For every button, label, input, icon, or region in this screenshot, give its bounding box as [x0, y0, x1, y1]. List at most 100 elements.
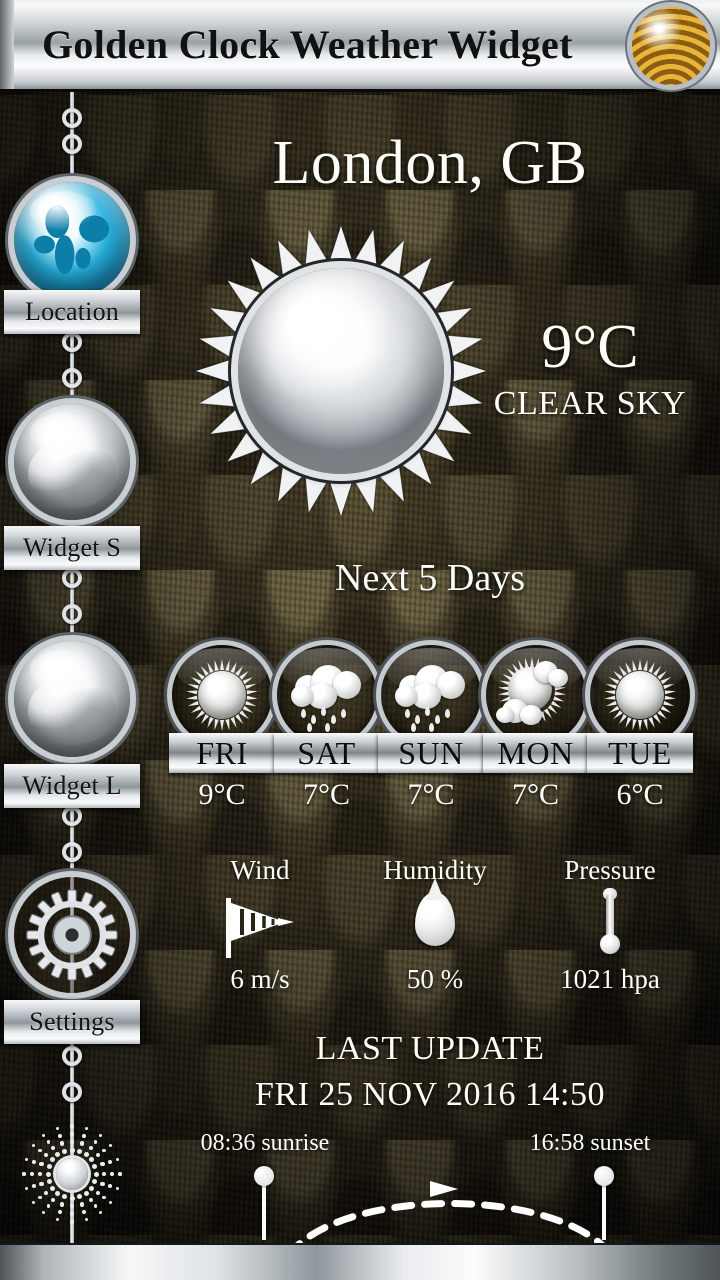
forecast-day-plate: FRI	[169, 733, 275, 773]
sun-ray	[298, 227, 328, 266]
forecast-day-temp: 6°C	[616, 778, 664, 811]
sun-ray	[354, 227, 384, 266]
chain-link	[62, 604, 82, 624]
sunburst-core	[56, 1158, 88, 1190]
sidebar-item-settings[interactable]	[14, 877, 130, 993]
sun-cloud-icon	[486, 645, 586, 745]
cloud-puff	[290, 685, 313, 707]
sidebar-label-widget-l-plate[interactable]: Widget L	[4, 764, 140, 808]
sun-ray	[354, 476, 384, 515]
rain-drop	[445, 709, 450, 718]
gear-glyph	[26, 889, 118, 981]
globe-icon	[14, 182, 130, 298]
thermometer-glyph	[597, 888, 623, 958]
forecast-day-label: FRI	[196, 734, 248, 771]
rain-drop	[429, 723, 434, 732]
app-title: Golden Clock Weather Widget	[42, 22, 573, 67]
thermometer-bulb	[600, 934, 620, 954]
sun-ray	[452, 360, 486, 382]
sun-ray	[330, 482, 352, 516]
cloud-puff	[437, 671, 465, 699]
sun-ray	[298, 476, 328, 515]
sphere-icon	[14, 641, 130, 757]
forecast-icon-ring	[172, 645, 272, 745]
globe-landmass	[25, 193, 119, 287]
chain-link	[62, 1082, 82, 1102]
cloud-puff	[395, 685, 417, 707]
sun-disc	[238, 268, 444, 474]
sidebar-item-widget-l[interactable]	[14, 641, 130, 757]
rain-drop	[306, 723, 312, 732]
current-weather-icon	[196, 226, 486, 516]
sun-ray	[197, 328, 236, 358]
forecast-day-column: FRI 9°C	[169, 645, 275, 820]
sun-ray	[446, 328, 485, 358]
forecast-day-temp: 9°C	[198, 778, 246, 811]
chain-link	[62, 806, 82, 826]
weather-widget-app: Golden Clock Weather Widget Location Wid…	[0, 0, 720, 1280]
sphere-icon	[14, 404, 130, 520]
cloud-puff	[547, 669, 568, 687]
sidebar-item-widget-s[interactable]	[14, 404, 130, 520]
sidebar-item-label-location: Location	[24, 297, 119, 326]
forecast-day-temp: 7°C	[302, 778, 350, 811]
metric-wind: Wind 6 m/s	[180, 855, 340, 1005]
sidebar-label-location-plate[interactable]: Location	[4, 290, 140, 334]
city-name: London, GB	[272, 129, 588, 197]
forecast-heading: Next 5 Days	[335, 557, 525, 599]
sun-ray	[197, 384, 236, 414]
forecast-day-plate: MON	[482, 733, 589, 773]
current-condition: CLEAR SKY	[493, 385, 687, 422]
rain-drop	[405, 709, 410, 718]
sunrise-pin	[254, 1166, 274, 1240]
rain-icon	[381, 645, 481, 745]
cloud-puff	[519, 705, 542, 725]
golden-wheat-icon	[632, 7, 710, 85]
forecast-day-label: SUN	[398, 734, 464, 771]
sun-disc	[616, 671, 664, 719]
sidebar-item-label-settings: Settings	[29, 1007, 115, 1036]
forecast-day-label: SAT	[297, 734, 356, 771]
forecast-day-plate: SAT	[273, 733, 380, 773]
sun-icon	[172, 645, 272, 745]
title-bar: Golden Clock Weather Widget	[0, 0, 720, 92]
rain-drop	[310, 715, 316, 724]
forecast-day-column: TUE 6°C	[587, 645, 693, 820]
current-temperature: 9°C	[541, 313, 639, 381]
forecast-day-label: TUE	[608, 734, 672, 771]
chain-link	[62, 134, 82, 154]
forecast-icon-ring	[590, 645, 690, 745]
forecast-day-column: SAT 7°C	[273, 645, 380, 820]
forecast-day-temp: 7°C	[407, 778, 455, 811]
forecast-day-temp: 7°C	[511, 778, 559, 811]
rain-drop	[435, 715, 440, 724]
rain-drop	[300, 709, 306, 718]
sidebar-label-settings-plate[interactable]: Settings	[4, 1000, 140, 1044]
sidebar-item-location[interactable]	[14, 182, 130, 298]
droplet-glyph	[415, 892, 455, 946]
forecast-row: FRI 9°C SAT 7°C SUN 7°C MON 7°C TUE 6°C	[169, 645, 693, 820]
metric-value-pressure: 1021 hpa	[560, 964, 660, 994]
windsock-icon	[180, 886, 340, 964]
forecast-day-column: MON 7°C	[482, 645, 589, 820]
last-update-title: LAST UPDATE	[315, 1030, 545, 1067]
droplet-icon	[355, 886, 515, 964]
chain-link	[62, 332, 82, 352]
metric-humidity: Humidity 50 %	[355, 855, 515, 1005]
metric-value-humidity: 50 %	[406, 964, 464, 994]
rain-drop	[320, 707, 326, 716]
sun-ray	[330, 226, 352, 260]
rain-drop	[415, 715, 420, 724]
metric-pressure: Pressure 1021 hpa	[530, 855, 690, 1005]
forecast-day-plate: TUE	[587, 733, 693, 773]
sun-icon	[590, 645, 690, 745]
chain-link	[62, 368, 82, 388]
sun-ray	[196, 360, 230, 382]
rain-icon	[277, 645, 377, 745]
sidebar-label-widget-s-plate[interactable]: Widget S	[4, 526, 140, 570]
sunrise-label: 08:36 sunrise	[200, 1130, 330, 1156]
forecast-day-label: MON	[497, 734, 574, 771]
rain-drop	[330, 715, 336, 724]
last-update-datetime: FRI 25 NOV 2016 14:50	[255, 1076, 605, 1113]
metrics-row: Wind 6 m/s Humidity 50 % Pressure 1021 h…	[180, 855, 690, 1005]
